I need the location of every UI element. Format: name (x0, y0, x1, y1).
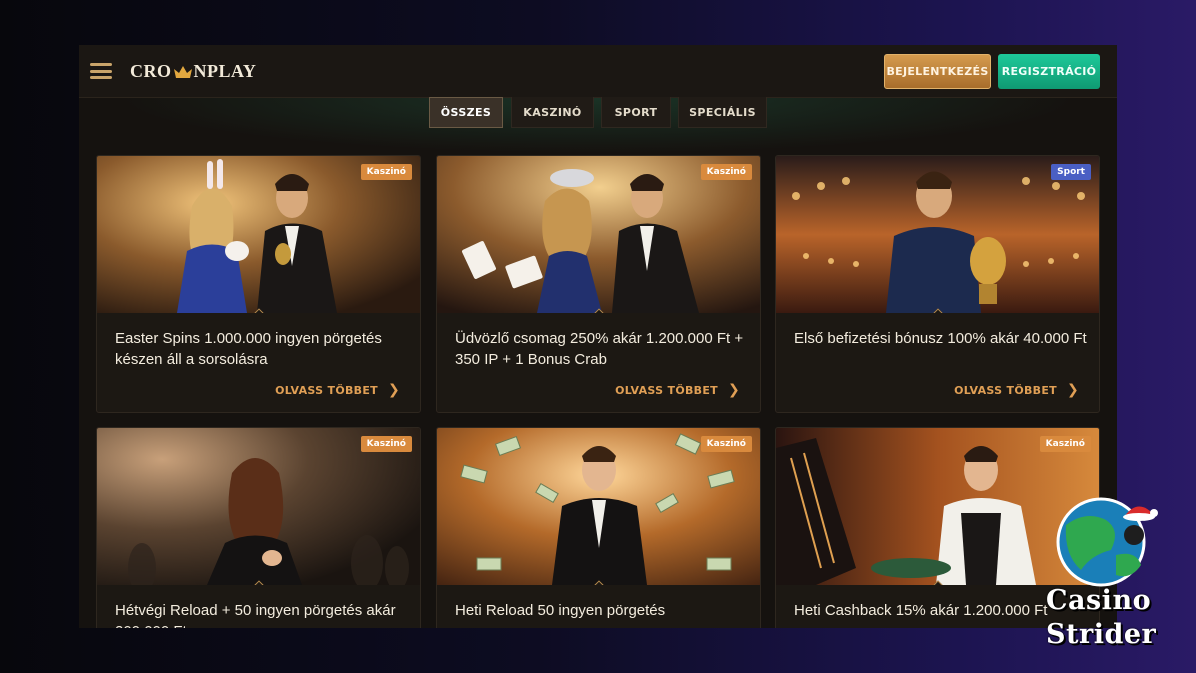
chevron-right-icon: ❯ (727, 382, 740, 398)
tabs-background (79, 98, 1117, 158)
read-more-label: OLVASS TÖBBET (954, 383, 1057, 397)
crownplay-logo[interactable]: CRO NPLAY (130, 61, 256, 82)
promo-title: Üdvözlő csomag 250% akár 1.200.000 Ft + … (455, 330, 744, 368)
category-badge: Kaszinó (360, 164, 412, 180)
promo-title: Első befizetési bónusz 100% akár 40.000 … (794, 330, 1087, 347)
crown-icon (173, 65, 192, 78)
promo-image: Kaszinó (97, 428, 420, 585)
promo-card-weekend-reload[interactable]: Kaszinó Hétvégi Reload + 50 ingyen pörge… (96, 427, 421, 628)
promo-image: Kaszinó (437, 156, 760, 313)
tab-all[interactable]: ÖSSZES (429, 97, 503, 128)
read-more-label: OLVASS TÖBBET (615, 383, 718, 397)
watermark-line-1: Casino (1046, 585, 1152, 616)
category-badge: Kaszinó (1039, 436, 1091, 452)
promo-card-welcome-package[interactable]: Kaszinó Üdvözlő csomag 250% akár 1.200.0… (436, 155, 761, 413)
category-badge: Kaszinó (360, 436, 412, 452)
tab-sport[interactable]: SPORT (601, 97, 671, 128)
chevron-right-icon: ❯ (1066, 382, 1079, 398)
promo-card-easter-spins[interactable]: Kaszinó Easter Spins 1.000.000 ingyen pö… (96, 155, 421, 413)
category-badge: Kaszinó (700, 436, 752, 452)
globe-logo-icon (1056, 497, 1158, 587)
read-more-link[interactable]: OLVASS TÖBBET ❯ (615, 382, 740, 398)
read-more-label: OLVASS TÖBBET (275, 383, 378, 397)
site-frame: CRO NPLAY BEJELENTKEZÉS REGISZTRÁCIÓ ÖSS… (79, 45, 1117, 628)
register-button[interactable]: REGISZTRÁCIÓ (998, 54, 1100, 89)
top-navigation: CRO NPLAY BEJELENTKEZÉS REGISZTRÁCIÓ (79, 45, 1117, 98)
promo-image: Kaszinó (97, 156, 420, 313)
promo-card-first-deposit[interactable]: Sport Első befizetési bónusz 100% akár 4… (775, 155, 1100, 413)
tab-special[interactable]: SPECIÁLIS (678, 97, 767, 128)
login-button[interactable]: BEJELENTKEZÉS (884, 54, 991, 89)
read-more-link[interactable]: OLVASS TÖBBET ❯ (275, 382, 400, 398)
chevron-right-icon: ❯ (387, 382, 400, 398)
promo-image: Kaszinó (437, 428, 760, 585)
read-more-link[interactable]: OLVASS TÖBBET ❯ (954, 382, 1079, 398)
category-badge: Sport (1051, 164, 1091, 180)
casino-strider-watermark: Casino Strider (1046, 495, 1176, 655)
logo-text-right: NPLAY (193, 61, 257, 81)
promo-title: Hétvégi Reload + 50 ingyen pörgetés akár… (115, 602, 396, 628)
promo-title: Easter Spins 1.000.000 ingyen pörgetés k… (115, 330, 382, 368)
watermark-line-2: Strider (1046, 619, 1157, 650)
tab-casino[interactable]: KASZINÓ (511, 97, 594, 128)
logo-text-left: CRO (130, 61, 172, 81)
promo-card-weekly-reload[interactable]: Kaszinó Heti Reload 50 ingyen pörgetés (436, 427, 761, 628)
promo-image: Sport (776, 156, 1099, 313)
promo-title: Heti Reload 50 ingyen pörgetés (455, 602, 666, 619)
hamburger-menu-icon[interactable] (90, 63, 112, 79)
promo-title: Heti Cashback 15% akár 1.200.000 Ft (794, 602, 1048, 619)
category-badge: Kaszinó (700, 164, 752, 180)
